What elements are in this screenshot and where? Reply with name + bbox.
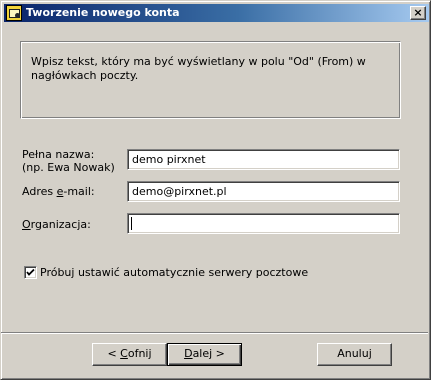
checkmark-icon xyxy=(26,268,35,276)
organization-input[interactable] xyxy=(127,213,400,234)
organization-label-accel: O xyxy=(22,218,31,231)
organization-label-text: rganizacja: xyxy=(30,218,91,231)
cancel-button-text: Anuluj xyxy=(337,347,372,360)
organization-label: Organizacja: xyxy=(22,218,91,231)
email-label-text-a: Adres xyxy=(22,185,57,198)
close-button[interactable]: × xyxy=(410,6,426,20)
cancel-button[interactable]: Anuluj xyxy=(317,343,392,366)
email-label-text-b: -mail: xyxy=(63,185,95,198)
full-name-label: Pełna nazwa: (np. Ewa Nowak) xyxy=(22,148,115,174)
back-button-text: ofnij xyxy=(127,347,152,360)
next-button-suffix: > xyxy=(212,347,225,360)
full-name-value: demo pirxnet xyxy=(132,153,206,166)
email-input[interactable]: demo@pirxnet.pl xyxy=(127,181,400,202)
full-name-label-line2: (np. Ewa Nowak) xyxy=(22,161,115,174)
window-title: Tworzenie nowego konta xyxy=(26,6,180,19)
next-button[interactable]: Dalej > xyxy=(167,343,242,366)
next-button-accel: D xyxy=(184,347,193,360)
back-button-accel: C xyxy=(120,347,128,360)
back-button-prefix: < xyxy=(107,347,121,360)
account-wizard-icon xyxy=(6,5,22,21)
full-name-label-line1: Pełna nazwa: xyxy=(22,148,95,161)
title-bar[interactable]: Tworzenie nowego konta × xyxy=(4,4,429,22)
text-caret xyxy=(131,217,132,230)
info-panel: Wpisz tekst, który ma być wyświetlany w … xyxy=(20,41,401,119)
auto-config-label[interactable]: Próbuj ustawić automatycznie serwery poc… xyxy=(40,266,308,279)
account-wizard-dialog: Tworzenie nowego konta × Wpisz tekst, kt… xyxy=(0,0,431,380)
close-icon: × xyxy=(413,6,423,19)
auto-config-checkbox[interactable] xyxy=(24,266,37,279)
back-button[interactable]: < Cofnij xyxy=(92,343,167,366)
email-value: demo@pirxnet.pl xyxy=(132,185,227,198)
next-button-text: alej xyxy=(192,347,213,360)
full-name-input[interactable]: demo pirxnet xyxy=(127,149,400,170)
separator xyxy=(1,332,428,334)
info-text: Wpisz tekst, który ma być wyświetlany w … xyxy=(31,55,366,82)
email-label: Adres e-mail: xyxy=(22,185,95,198)
